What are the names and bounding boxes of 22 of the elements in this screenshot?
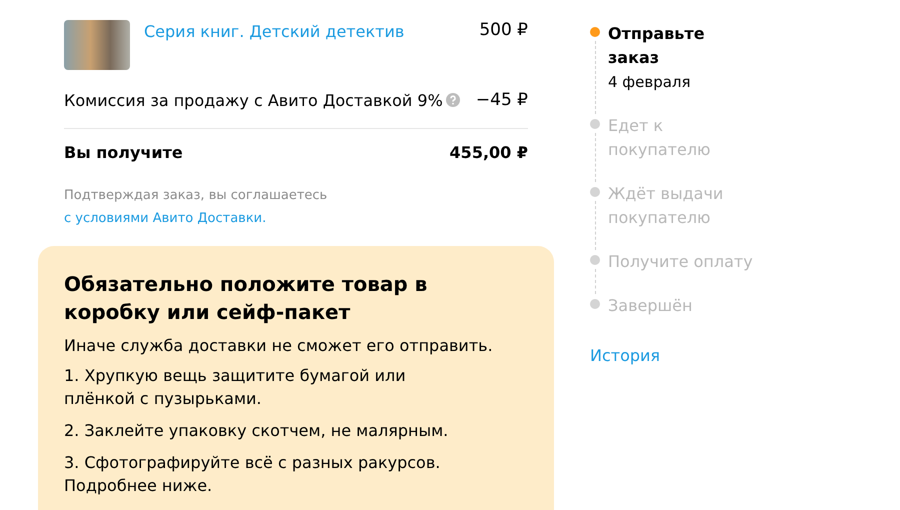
- fee-label: Комиссия за продажу с Авито Доставкой 9%: [64, 90, 443, 110]
- notice-text: Иначе служба доставки не сможет его отправить.: [64, 336, 494, 355]
- item-price: 500 ₽: [479, 20, 528, 40]
- step-label: Ждёт выдачи покупателю: [608, 183, 724, 229]
- terms-text: Подтверждая заказ, вы соглашаетесь: [64, 187, 328, 205]
- step-label: Завершён: [608, 295, 694, 317]
- step-label: Едет к покупателю: [608, 115, 712, 161]
- instruction-text: 2. Заклейте упаковку скотчем, не малярным.: [64, 420, 450, 442]
- history-link[interactable]: История: [590, 346, 660, 365]
- step-date: 4 февраля: [608, 72, 692, 93]
- item-title-link[interactable]: Серия книг. Детский детектив: [144, 22, 404, 41]
- total-label: Вы получите: [64, 143, 183, 162]
- help-icon[interactable]: [446, 93, 460, 107]
- instruction-text: 3. Сфотографируйте всё с разных ракурсов. Подробнее ниже.: [64, 452, 442, 497]
- fee-amount: −45 ₽: [476, 90, 528, 110]
- notice-title: Обязательно положите товар в коробку или сейф-пакет: [64, 271, 428, 326]
- photo-placeholder: [64, 20, 130, 70]
- total-amount: 455,00 ₽: [450, 143, 528, 162]
- step-label: Получите оплату: [608, 251, 754, 273]
- instruction-text: 1. Хрупкую вещь защитите бумагой или плёнкой с пузырьками.: [64, 365, 407, 410]
- terms-link[interactable]: с условиями Авито Доставки.: [64, 211, 266, 226]
- step-label: Отправьте заказ: [608, 23, 706, 69]
